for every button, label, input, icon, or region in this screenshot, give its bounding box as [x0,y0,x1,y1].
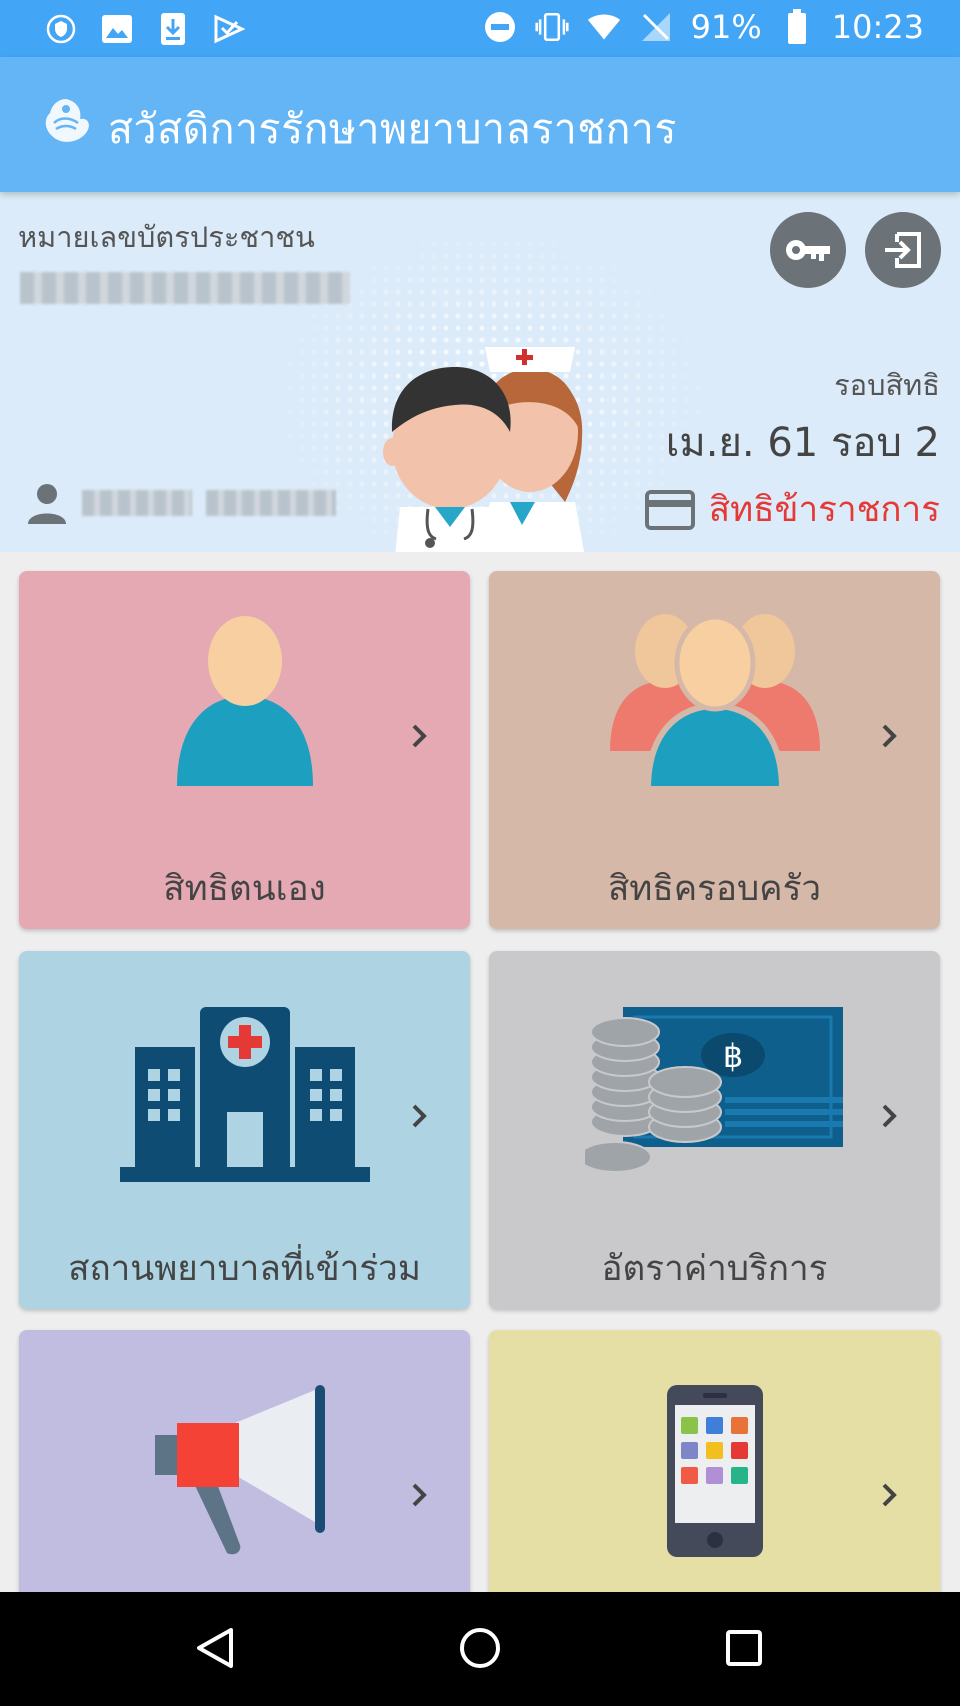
participating-hospitals-tile[interactable]: สถานพยาบาลที่เข้าร่วม [19,951,470,1309]
image-icon [100,12,134,46]
back-triangle-icon [197,1628,233,1668]
system-navigation-bar [0,1592,960,1706]
recents-button[interactable] [716,1620,772,1676]
last-name-redacted [206,490,336,516]
tile-label: สิทธิตนเอง [163,869,326,909]
rights-type: สิทธิข้าราชการ [644,482,940,537]
mobile-apps-icon [666,1385,763,1557]
chevron-right-icon [882,1104,897,1128]
svg-text:฿: ฿ [722,1037,742,1075]
shield-icon [44,12,78,46]
card-icon [644,489,695,530]
comptroller-logo-icon [36,93,96,153]
user-icon [28,484,66,524]
rights-round-value: เม.ย. 61 รอบ 2 [665,420,940,466]
home-circle-icon [460,1628,500,1668]
chevron-right-icon [412,724,427,748]
status-bar: 91% 10:23 [0,0,960,57]
megaphone-icon [154,1385,325,1555]
app-title: สวัสดิการรักษาพยาบาลราชการ [108,105,677,153]
first-name-redacted [82,490,192,516]
self-rights-tile[interactable]: สิทธิตนเอง [19,571,470,929]
chevron-right-icon [412,1483,427,1507]
app-bar: สวัสดิการรักษาพยาบาลราชการ [0,57,960,192]
notification-icons [44,12,246,46]
citizen-id-label: หมายเลขบัตรประชาชน [18,220,315,254]
clock: 10:23 [831,8,924,46]
download-icon [156,12,190,46]
back-button[interactable] [187,1620,243,1676]
doctor-nurse-illustration [383,347,585,552]
chevron-right-icon [882,724,897,748]
person-icon [176,616,313,786]
battery-percent: 91% [690,8,762,46]
family-icon [609,614,820,791]
tile-label: สิทธิครอบครัว [607,869,822,909]
key-icon [786,240,830,261]
chevron-right-icon [882,1483,897,1507]
rights-round-label: รอบสิทธิ [834,368,940,402]
system-icons: 91% 10:23 [483,8,924,46]
no-signal-icon [639,10,673,44]
service-rates-tile[interactable]: ฿ อัตราค่าบริการ [489,951,940,1309]
logout-icon [885,232,921,268]
tile-label: อัตราค่าบริการ [601,1249,828,1289]
home-button[interactable] [452,1620,508,1676]
app-notification-icon [212,12,246,46]
citizen-id-value-redacted [20,272,350,304]
hospital-icon [119,1007,370,1182]
family-rights-tile[interactable]: สิทธิครอบครัว [489,571,940,929]
change-password-button[interactable] [770,212,846,288]
do-not-disturb-icon [483,10,517,44]
vibrate-icon [535,10,569,44]
rights-type-text: สิทธิข้าราชการ [708,490,940,530]
tile-label: สถานพยาบาลที่เข้าร่วม [68,1249,421,1289]
battery-icon [780,9,814,44]
user-name-row [26,482,336,524]
user-info-panel: หมายเลขบัตรประชาชน รอบสิทธิ เม.ย. 61 รอบ… [0,192,960,552]
money-icon: ฿ [584,1007,843,1173]
wifi-icon [587,10,621,44]
chevron-right-icon [412,1104,427,1128]
logout-button[interactable] [865,212,941,288]
recents-square-icon [726,1630,762,1666]
